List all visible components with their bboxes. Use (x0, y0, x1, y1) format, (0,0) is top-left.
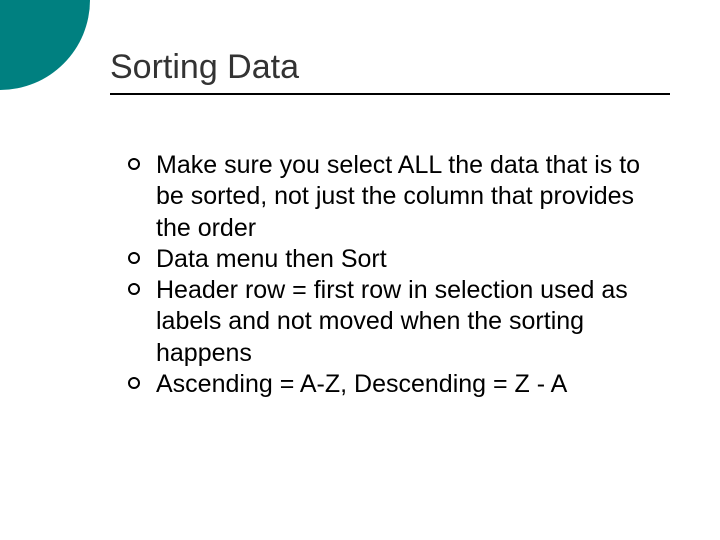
list-item: Ascending = A-Z, Descending = Z - A (128, 369, 660, 400)
hollow-circle-icon (128, 377, 140, 389)
list-item: Data menu then Sort (128, 244, 660, 275)
title-underline (110, 93, 670, 95)
bullet-list: Make sure you select ALL the data that i… (128, 150, 660, 400)
hollow-circle-icon (128, 252, 140, 264)
body-block: Make sure you select ALL the data that i… (128, 150, 660, 400)
title-block: Sorting Data (110, 48, 680, 95)
corner-circle-decoration (0, 0, 90, 90)
bullet-text: Ascending = A-Z, Descending = Z - A (156, 370, 567, 398)
bullet-text: Make sure you select ALL the data that i… (156, 151, 640, 242)
list-item: Make sure you select ALL the data that i… (128, 150, 660, 244)
bullet-text: Data menu then Sort (156, 245, 387, 273)
slide-title: Sorting Data (110, 48, 680, 87)
hollow-circle-icon (128, 283, 140, 295)
hollow-circle-icon (128, 158, 140, 170)
bullet-text: Header row = first row in selection used… (156, 276, 628, 367)
list-item: Header row = first row in selection used… (128, 275, 660, 369)
